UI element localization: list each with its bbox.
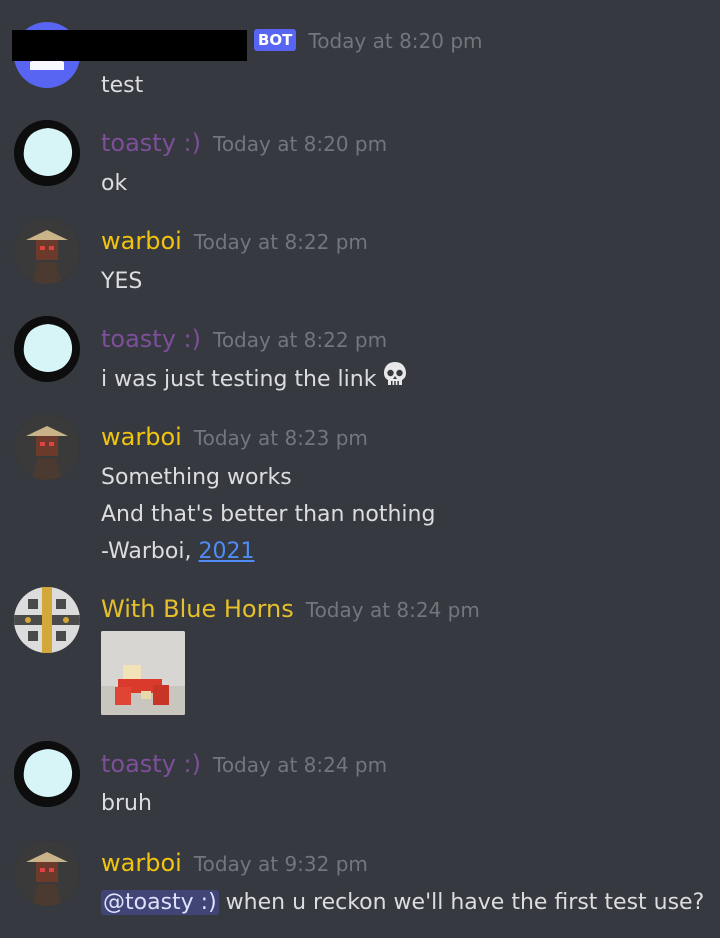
toasty-avatar[interactable] (14, 120, 80, 186)
author-name[interactable]: toasty :) (101, 321, 201, 357)
toasty-avatar-image (14, 316, 80, 382)
message-header: With Blue Horns Today at 8:24 pm (101, 591, 480, 627)
author-name[interactable]: warboi (101, 845, 182, 881)
skull-emoji-icon[interactable] (382, 361, 408, 399)
timestamp[interactable]: Today at 8:22 pm (194, 230, 368, 254)
message-text: test (101, 73, 144, 98)
warboi-avatar[interactable] (14, 218, 80, 284)
timestamp[interactable]: Today at 8:24 pm (306, 598, 480, 622)
timestamp[interactable]: Today at 9:32 pm (194, 852, 368, 876)
message-text: And that's better than nothing (101, 502, 436, 527)
author-name[interactable]: warboi (101, 223, 182, 259)
message-text: when u reckon we'll have the first test … (218, 890, 705, 915)
message-text: Something works (101, 465, 292, 490)
message-header: BOT Today at 8:20 pm (248, 29, 483, 65)
message-header: warboi Today at 8:23 pm (101, 419, 368, 455)
timestamp[interactable]: Today at 8:23 pm (194, 426, 368, 450)
toasty-avatar-image (14, 120, 80, 186)
bot-badge: BOT (254, 29, 297, 51)
redacted-username (12, 30, 247, 61)
author-name[interactable]: With Blue Horns (101, 591, 294, 627)
attachment-image (101, 631, 185, 715)
warboi-avatar-image (14, 414, 80, 480)
message-header: toasty :) Today at 8:20 pm (101, 125, 387, 161)
message-text: YES (101, 269, 143, 294)
message-text: bruh (101, 791, 152, 816)
message-text-line: i was just testing the link (101, 361, 408, 399)
message-link[interactable]: 2021 (198, 539, 254, 564)
blue-horns-avatar[interactable] (14, 587, 80, 653)
timestamp[interactable]: Today at 8:20 pm (308, 29, 482, 53)
author-name[interactable]: toasty :) (101, 746, 201, 782)
message-text: ok (101, 171, 128, 196)
message-header: toasty :) Today at 8:24 pm (101, 746, 387, 782)
timestamp[interactable]: Today at 8:24 pm (213, 753, 387, 777)
warboi-avatar-image (14, 840, 80, 906)
toasty-avatar[interactable] (14, 316, 80, 382)
warboi-avatar-image (14, 218, 80, 284)
message-text: i was just testing the link (101, 367, 377, 392)
warboi-avatar[interactable] (14, 414, 80, 480)
message-header: warboi Today at 8:22 pm (101, 223, 368, 259)
message-text-line: -Warboi, 2021 (101, 533, 254, 570)
toasty-avatar-image (14, 741, 80, 807)
toasty-avatar[interactable] (14, 741, 80, 807)
author-name[interactable]: warboi (101, 419, 182, 455)
user-mention[interactable]: @toasty :) (101, 890, 219, 915)
timestamp[interactable]: Today at 8:20 pm (213, 132, 387, 156)
blue-horns-avatar-image (14, 587, 80, 653)
message-header: toasty :) Today at 8:22 pm (101, 321, 387, 357)
timestamp[interactable]: Today at 8:22 pm (213, 328, 387, 352)
warboi-avatar[interactable] (14, 840, 80, 906)
message-text-line: @toasty :) when u reckon we'll have the … (101, 884, 704, 921)
message-text: -Warboi, (101, 539, 199, 564)
message-header: warboi Today at 9:32 pm (101, 845, 368, 881)
author-name[interactable]: toasty :) (101, 125, 201, 161)
image-attachment[interactable] (101, 631, 185, 715)
